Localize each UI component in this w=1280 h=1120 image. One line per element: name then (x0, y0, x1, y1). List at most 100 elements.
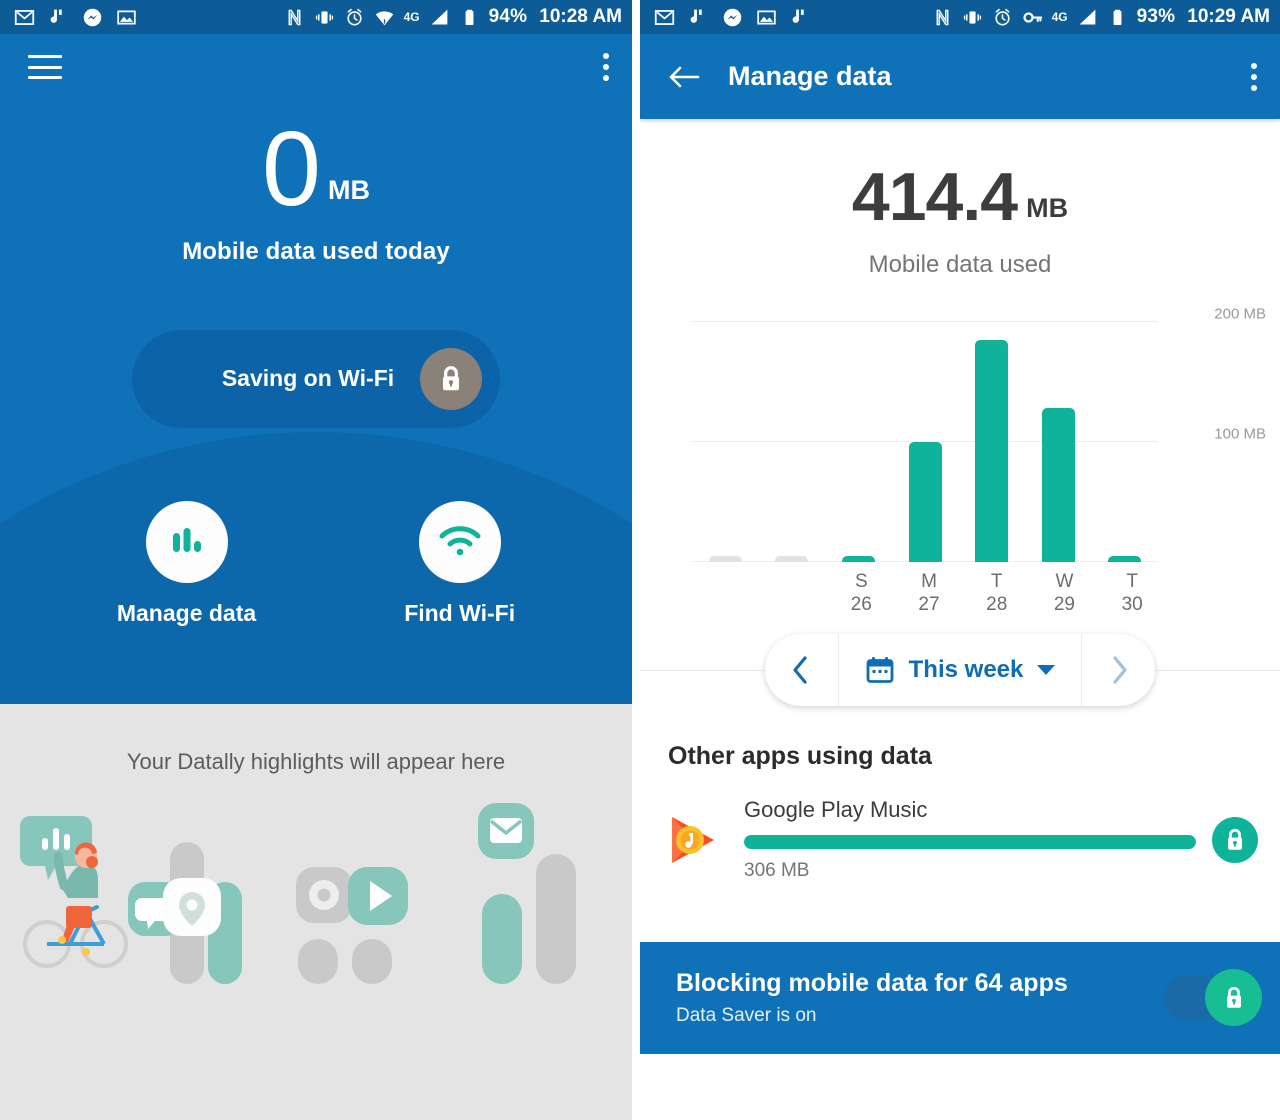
datally-icon (792, 9, 804, 23)
banner-subtitle: Data Saver is on (676, 1005, 817, 1026)
quick-action-find-wifi[interactable]: Find Wi-Fi (404, 500, 516, 627)
bar-chart-icon (172, 527, 201, 552)
status-system-icons: 4G 93% 10:29 AM (932, 6, 1270, 28)
lock-icon (442, 365, 460, 390)
prev-week-button[interactable] (765, 634, 838, 706)
signal-bars-icon (1079, 9, 1096, 24)
total-usage-number: 414.4 (851, 159, 1018, 235)
chart-bars (692, 304, 1158, 562)
usage-number: 0 (262, 110, 321, 228)
messenger-icon (83, 8, 102, 26)
app-usage-row[interactable]: Google Play Music 306 MB (640, 771, 1280, 882)
chart-bar-column[interactable] (759, 304, 826, 562)
chart-bar-column[interactable] (1025, 304, 1092, 562)
chevron-right-icon (1113, 656, 1127, 684)
total-usage-unit: MB (1026, 193, 1069, 223)
more-vert-icon[interactable] (1250, 62, 1258, 91)
chart-x-label: T 28 (986, 571, 1008, 616)
chart-bar-column[interactable] (892, 304, 959, 562)
signal-bars-icon (431, 9, 448, 24)
quick-action-manage-data[interactable]: Manage data (116, 500, 257, 627)
right-phone-screen: 4G 93% 10:29 AM Manage data 414.4 MB Mob… (632, 0, 1280, 1120)
total-usage-caption: Mobile data used (868, 251, 1052, 278)
chart-x-label: S 26 (850, 571, 872, 616)
pill-lock-knob[interactable] (420, 347, 482, 410)
app-usage-size: 306 MB (744, 860, 810, 881)
chart-bar (908, 442, 942, 562)
right-status-bar: 4G 93% 10:29 AM (640, 0, 1280, 34)
saving-on-wifi-label: Saving on Wi-Fi (221, 365, 395, 392)
week-selector: This week (764, 634, 1156, 706)
datally-icon (50, 9, 62, 23)
chart-x-label: T 30 (1121, 571, 1143, 616)
banner-title: Blocking mobile data for 64 apps (676, 969, 1068, 997)
dual-screenshot: 4G 94% 10:28 AM 0 MB Mobile data used to… (0, 0, 1280, 1120)
nfc-icon (936, 9, 949, 25)
app-usage-details: Google Play Music 306 MB (722, 797, 1212, 882)
clock: 10:29 AM (1187, 6, 1270, 27)
chart-bar (1041, 408, 1075, 562)
next-week-button[interactable] (1082, 634, 1155, 706)
chart-bar (1108, 556, 1142, 562)
chart-bar-column[interactable] (1091, 304, 1158, 562)
quick-actions: Manage data Find Wi-Fi (0, 500, 632, 627)
gridline-label: 100 MB (1214, 425, 1266, 443)
total-usage-block: 414.4 MB Mobile data used (640, 119, 1280, 279)
week-dropdown[interactable]: This week (837, 634, 1083, 706)
arrow-back-icon[interactable] (668, 65, 700, 89)
quick-action-label: Find Wi-Fi (404, 599, 516, 626)
wifi-icon (439, 525, 481, 555)
saving-on-wifi-pill[interactable]: Saving on Wi-Fi (132, 329, 500, 428)
battery-percent: 94% (488, 6, 528, 27)
chart-x-label: M 27 (918, 571, 940, 616)
chart-x-label: W 29 (1053, 571, 1075, 616)
gridline-label: 200 MB (1214, 305, 1266, 323)
alarm-icon (347, 8, 362, 25)
photos-icon (757, 10, 776, 24)
calendar-icon (866, 657, 894, 683)
status-notification-icons (654, 7, 811, 28)
messenger-icon (723, 8, 742, 26)
find-wifi-circle (418, 500, 501, 583)
nfc-icon (288, 9, 301, 25)
status-system-icons: 4G 94% 10:28 AM (284, 6, 622, 28)
chart-bar-column[interactable] (958, 304, 1025, 562)
highlights-panel: Your Datally highlights will appear here (0, 704, 632, 1120)
highlights-illustration (20, 803, 576, 984)
today-usage-block: 0 MB Mobile data used today (0, 110, 632, 266)
photos-icon (117, 10, 136, 24)
usage-caption: Mobile data used today (182, 237, 450, 265)
chat-location-bars (128, 842, 242, 984)
chevron-left-icon (793, 656, 807, 684)
status-notification-icons (14, 7, 137, 28)
camera-play-people (296, 867, 408, 984)
chart-bar (775, 556, 809, 562)
vibrate-icon (963, 10, 981, 24)
lock-icon (1226, 986, 1241, 1008)
chart-bar-column[interactable] (692, 304, 759, 562)
chart-bar (708, 556, 742, 562)
vpn-key-icon (1023, 11, 1042, 23)
more-vert-icon[interactable] (602, 53, 610, 81)
quick-action-label: Manage data (116, 599, 257, 626)
gmail-icon (654, 9, 675, 25)
lock-icon (1228, 828, 1242, 850)
menu-icon[interactable] (28, 55, 62, 79)
data-saver-banner[interactable]: Blocking mobile data for 64 apps Data Sa… (640, 942, 1280, 1054)
play-music-icon (672, 816, 714, 863)
manage-data-app-bar: Manage data (640, 34, 1280, 119)
manage-data-circle (145, 500, 228, 583)
chevron-down-icon (1037, 665, 1056, 675)
alarm-icon (995, 8, 1010, 25)
usage-unit: MB (327, 174, 370, 205)
datally-icon (690, 9, 702, 23)
other-apps-title: Other apps using data (668, 742, 932, 770)
battery-icon (465, 9, 474, 25)
data-saver-toggle[interactable] (1164, 969, 1262, 1026)
app-lock-button[interactable] (1212, 816, 1258, 863)
chart-bar (841, 556, 875, 562)
chart-bar-column[interactable] (825, 304, 892, 562)
battery-percent: 93% (1136, 6, 1176, 27)
network-type-label: 4G (1051, 10, 1068, 24)
app-usage-bar-fill (744, 835, 1196, 849)
